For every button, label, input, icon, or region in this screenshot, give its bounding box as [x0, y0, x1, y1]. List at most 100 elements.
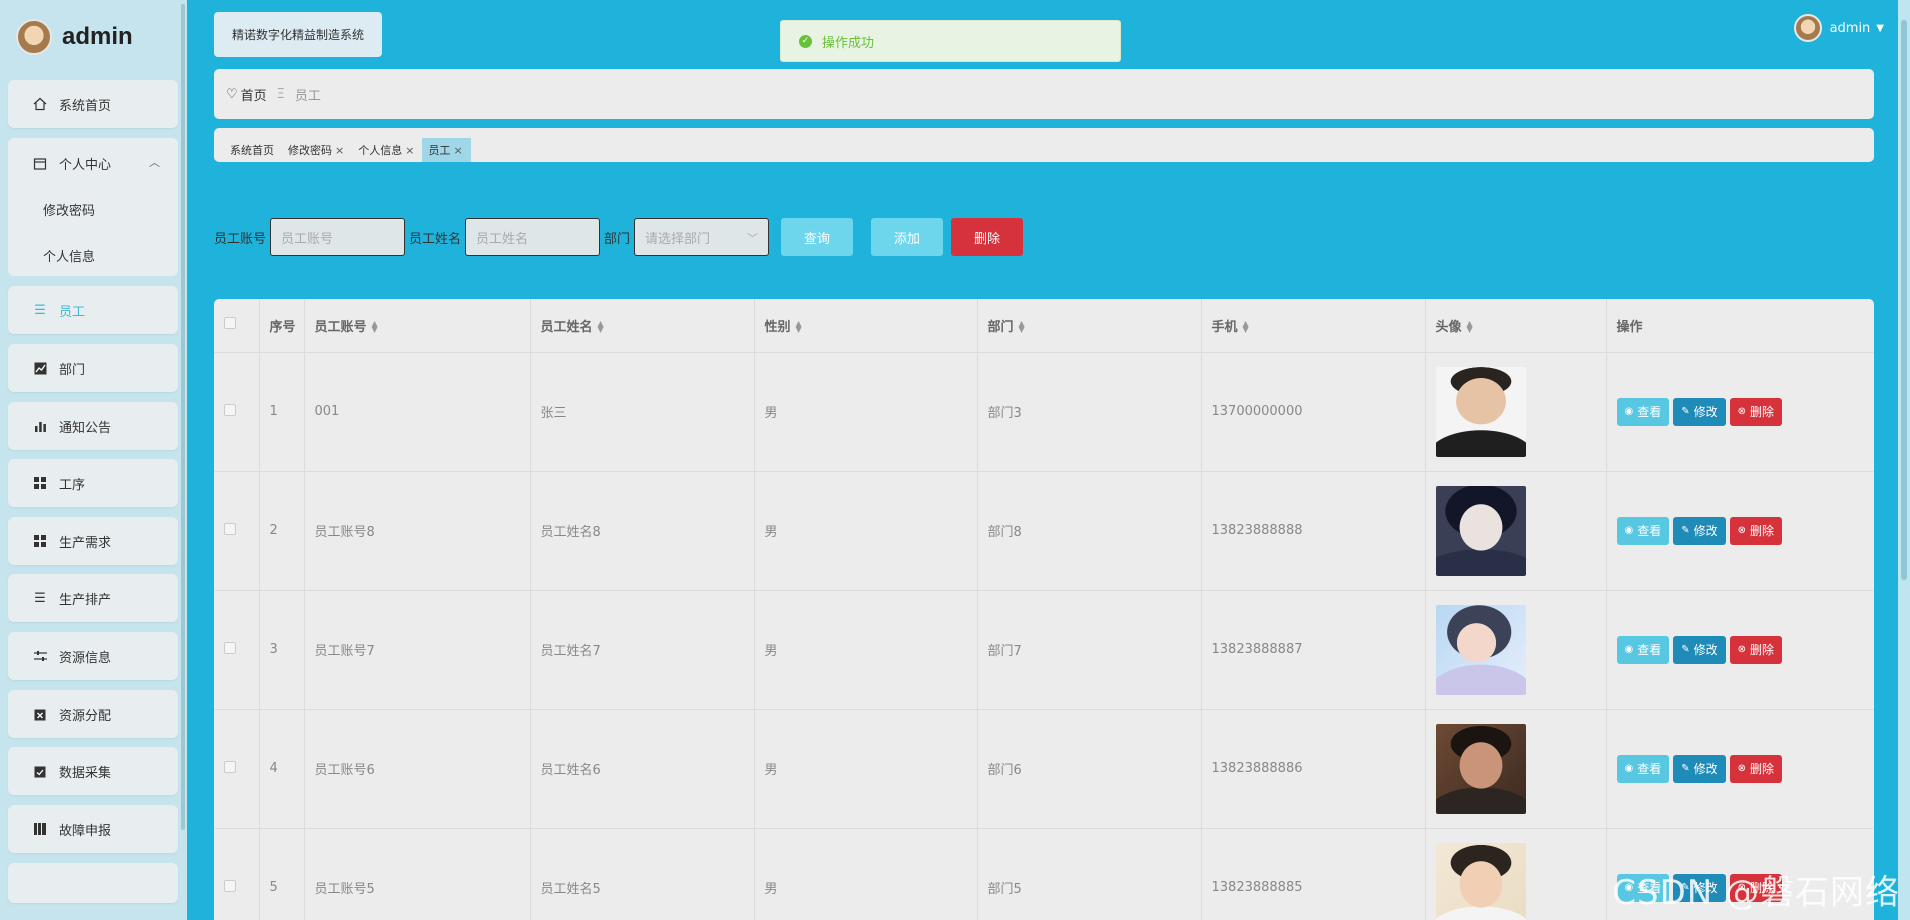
batch-delete-button[interactable]: 删除: [951, 218, 1024, 256]
delete-button[interactable]: ⊗ 删除: [1729, 516, 1783, 545]
delete-button[interactable]: ⊗ 删除: [1729, 397, 1783, 426]
edit-button[interactable]: ✎ 修改: [1673, 754, 1726, 783]
row-checkbox[interactable]: [224, 879, 236, 892]
account-label: 员工账号: [214, 231, 267, 247]
close-circle-icon: ⊗: [1737, 406, 1747, 417]
sort-icon[interactable]: ▲ ▼: [1467, 320, 1473, 334]
column-header-phone[interactable]: 手机 ▲ ▼: [1201, 299, 1426, 353]
sort-icon[interactable]: ▲ ▼: [796, 320, 802, 334]
brand-title: admin: [62, 23, 133, 50]
row-select-cell[interactable]: [214, 828, 260, 920]
sidebar-item-resource-info[interactable]: 资源信息: [8, 632, 178, 680]
scrollbar-thumb[interactable]: [1901, 20, 1907, 580]
close-icon[interactable]: ×: [453, 144, 462, 157]
cell-avatar: [1425, 471, 1607, 591]
row-select-cell[interactable]: [214, 590, 260, 710]
chart-line-icon: [33, 361, 47, 375]
edit-label: 修改: [1693, 643, 1718, 657]
row-select-cell[interactable]: [214, 471, 260, 591]
add-button[interactable]: 添加: [871, 218, 944, 256]
caret-down-icon: ▼: [1876, 22, 1884, 34]
sidebar-scrollbar[interactable]: [181, 4, 185, 830]
column-header-name[interactable]: 员工姓名 ▲ ▼: [530, 299, 755, 353]
column-header-dept[interactable]: 部门 ▲ ▼: [977, 299, 1202, 353]
user-menu[interactable]: admin ▼: [1793, 14, 1884, 42]
close-icon[interactable]: ×: [335, 144, 344, 157]
employee-photo[interactable]: [1435, 366, 1526, 457]
cell-no: 5: [259, 828, 305, 920]
sidebar-item-data-collection[interactable]: 数据采集: [8, 747, 178, 795]
edit-button[interactable]: ✎ 修改: [1673, 635, 1726, 664]
breadcrumb-home[interactable]: 首页: [241, 85, 267, 104]
tab-home[interactable]: 系统首页: [224, 138, 282, 162]
edit-label: 修改: [1693, 524, 1718, 538]
view-button[interactable]: ◉ 查看: [1616, 516, 1670, 545]
sidebar-item-more[interactable]: [8, 863, 178, 903]
tab-employee[interactable]: 员工 ×: [422, 138, 471, 162]
sidebar-item-department[interactable]: 部门: [8, 344, 178, 392]
select-all-checkbox[interactable]: [224, 317, 236, 330]
cell-avatar: [1425, 590, 1607, 710]
tab-label: 员工: [428, 144, 451, 157]
sidebar-item-home[interactable]: 系统首页: [8, 80, 178, 128]
row-checkbox[interactable]: [224, 522, 236, 535]
column-header-label: 手机: [1211, 319, 1238, 335]
row-checkbox[interactable]: [224, 760, 236, 773]
cell-name: 员工姓名7: [530, 590, 755, 710]
sort-icon[interactable]: ▲ ▼: [1019, 320, 1025, 334]
employee-photo[interactable]: [1435, 842, 1526, 920]
cell-dept: 部门6: [977, 709, 1202, 829]
sidebar-item-resource-allocation[interactable]: 资源分配: [8, 690, 178, 738]
toast-message: 操作成功: [822, 35, 875, 51]
sidebar-item-production-demand[interactable]: 生产需求: [8, 517, 178, 565]
row-checkbox[interactable]: [224, 403, 236, 416]
view-button[interactable]: ◉ 查看: [1616, 397, 1670, 426]
cell-account: 员工账号8: [304, 471, 531, 591]
dept-select[interactable]: 请选择部门 ﹀: [634, 218, 770, 256]
edit-label: 修改: [1693, 405, 1718, 419]
row-select-cell[interactable]: [214, 352, 260, 472]
column-header-gender[interactable]: 性别 ▲ ▼: [754, 299, 978, 353]
heart-icon: ♡: [226, 86, 238, 102]
sidebar-item-process[interactable]: 工序: [8, 459, 178, 507]
chevron-up-icon[interactable]: ︿: [149, 154, 160, 170]
delete-button[interactable]: ⊗ 删除: [1729, 754, 1783, 783]
sidebar-item-employee[interactable]: ☰ 员工: [8, 286, 178, 334]
employee-photo[interactable]: [1435, 485, 1526, 576]
close-circle-icon: ⊗: [1737, 525, 1747, 536]
sidebar-item-production-schedule[interactable]: ☰ 生产排产: [8, 574, 178, 622]
sidebar-item-personal-center[interactable]: 个人中心: [33, 154, 111, 173]
edit-button[interactable]: ✎ 修改: [1673, 516, 1726, 545]
delete-button[interactable]: ⊗ 删除: [1729, 635, 1783, 664]
calendar-icon: [33, 157, 47, 171]
row-select-cell[interactable]: [214, 709, 260, 829]
sort-icon[interactable]: ▲ ▼: [1243, 320, 1249, 334]
employee-photo[interactable]: [1435, 604, 1526, 695]
sidebar-subitem-personal-info[interactable]: 个人信息: [43, 246, 95, 265]
tab-change-password[interactable]: 修改密码 ×: [282, 138, 352, 162]
select-all-cell[interactable]: [214, 299, 260, 353]
sort-icon[interactable]: ▲ ▼: [598, 320, 604, 334]
employee-photo[interactable]: [1435, 723, 1526, 814]
name-input[interactable]: 员工姓名: [465, 218, 601, 256]
page-scrollbar[interactable]: [1898, 0, 1910, 920]
account-input[interactable]: 员工账号: [270, 218, 406, 256]
view-button[interactable]: ◉ 查看: [1616, 754, 1670, 783]
edit-button[interactable]: ✎ 修改: [1673, 397, 1726, 426]
sidebar-group-personal-center: 个人中心 ︿ 修改密码 个人信息: [8, 138, 178, 276]
tab-personal-info[interactable]: 个人信息 ×: [352, 138, 422, 162]
column-header-avatar[interactable]: 头像 ▲ ▼: [1425, 299, 1607, 353]
view-label: 查看: [1637, 405, 1662, 419]
query-button[interactable]: 查询: [781, 218, 854, 256]
cell-gender: 男: [754, 590, 978, 710]
view-button[interactable]: ◉ 查看: [1616, 635, 1670, 664]
row-checkbox[interactable]: [224, 641, 236, 654]
close-icon[interactable]: ×: [405, 144, 414, 157]
column-header-account[interactable]: 员工账号 ▲ ▼: [304, 299, 531, 353]
table-row: 4 员工账号6 员工姓名6 男 部门6 13823888886 ◉ 查看 ✎ 修改 …: [214, 709, 1874, 829]
sidebar-item-fault-report[interactable]: 故障申报: [8, 805, 178, 853]
sidebar-item-notice[interactable]: 通知公告: [8, 402, 178, 450]
sort-icon[interactable]: ▲ ▼: [372, 320, 378, 334]
sidebar-subitem-change-password[interactable]: 修改密码: [43, 200, 95, 219]
user-avatar: [1793, 14, 1822, 42]
